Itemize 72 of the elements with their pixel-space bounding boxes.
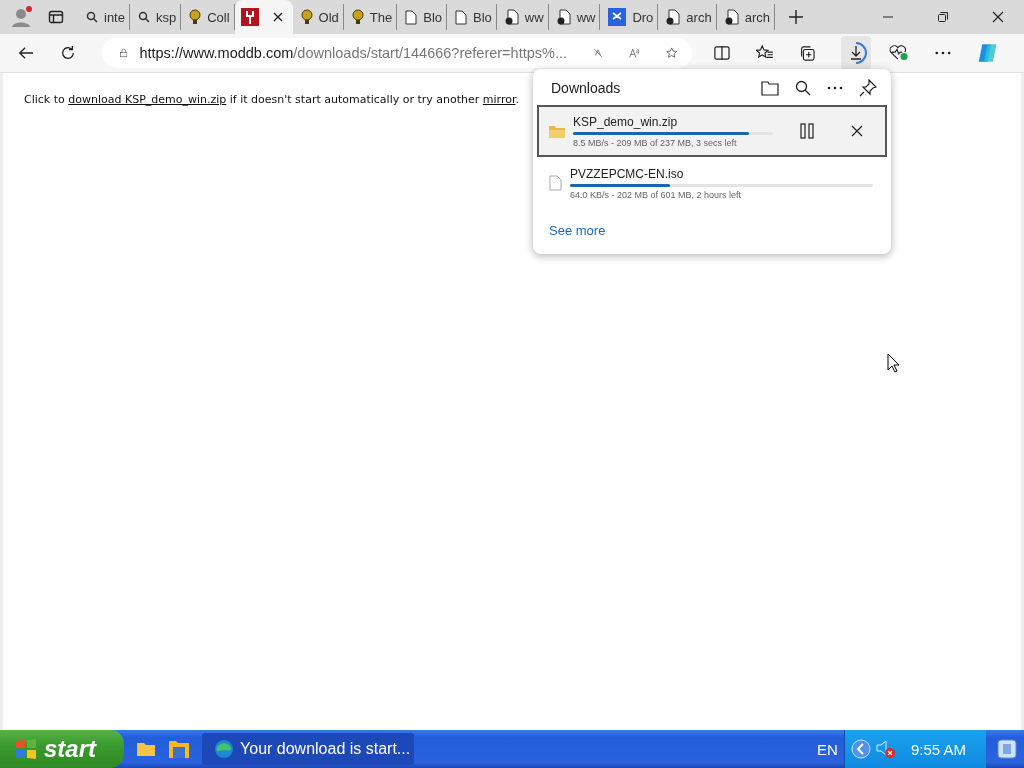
download-message: Click to download KSP_demo_win.zip if it doesn't start automatically or try another mirror. xyxy=(24,93,520,106)
page-error-icon xyxy=(556,9,571,25)
wrench-icon xyxy=(240,8,259,26)
search-icon[interactable] xyxy=(795,80,811,96)
browser-tab[interactable] xyxy=(234,0,293,34)
language-indicator[interactable]: EN xyxy=(817,740,838,758)
start-button[interactable]: start xyxy=(0,730,125,768)
back-icon[interactable] xyxy=(18,45,34,61)
browser-tab[interactable]: Blo xyxy=(397,4,448,30)
file-name: KSP_demo_win.zip xyxy=(573,114,679,129)
lock-icon xyxy=(119,46,128,60)
browser-tab[interactable]: The xyxy=(343,4,398,30)
page-error-icon xyxy=(724,9,739,25)
speaker-muted-icon[interactable] xyxy=(874,739,897,759)
panel-title: Downloads xyxy=(551,80,622,96)
browser-tab[interactable]: Old xyxy=(292,4,344,30)
mouse-cursor-icon xyxy=(887,353,900,373)
lightbulb-icon xyxy=(300,9,313,25)
lightbulb-icon xyxy=(351,9,364,25)
browser-icon xyxy=(214,739,235,759)
tab-actions-icon[interactable] xyxy=(48,9,64,25)
browser-tab[interactable]: ww xyxy=(548,4,601,30)
more-icon[interactable] xyxy=(827,86,843,90)
close-icon[interactable] xyxy=(992,11,1004,23)
new-tab-icon[interactable] xyxy=(788,10,803,24)
search-icon xyxy=(86,11,98,23)
lightbulb-icon xyxy=(189,9,202,25)
page-icon xyxy=(405,9,418,25)
copilot-icon[interactable] xyxy=(976,41,999,65)
browser-tab[interactable]: Dro xyxy=(600,4,659,30)
browser-tab[interactable]: ww xyxy=(496,4,549,30)
zip-folder-icon xyxy=(549,124,565,138)
download-status: 8.5 MB/s - 209 MB of 237 MB, 3 secs left xyxy=(573,137,738,148)
chevron-left-icon[interactable] xyxy=(850,739,871,759)
restore-icon[interactable] xyxy=(937,11,949,23)
page-error-icon xyxy=(666,9,681,25)
folder-icon[interactable] xyxy=(168,739,191,759)
windows-logo-icon xyxy=(14,738,38,760)
taskbar-button[interactable]: Your download is start... xyxy=(202,733,415,765)
download-item[interactable]: KSP_demo_win.zip 8.5 MB/s - 209 MB of 237 MB, 3 secs left xyxy=(537,105,887,157)
browser-tab[interactable]: Coll xyxy=(181,4,235,30)
split-screen-icon[interactable] xyxy=(713,45,730,61)
browser-tab[interactable]: ksp xyxy=(129,4,182,30)
collections-icon[interactable] xyxy=(799,44,816,62)
close-icon[interactable] xyxy=(272,12,283,22)
browser-tab[interactable]: arch xyxy=(658,4,717,30)
file-name: PVZZEPCMC-EN.iso xyxy=(570,166,685,181)
more-icon[interactable] xyxy=(934,51,951,55)
pin-icon[interactable] xyxy=(859,79,877,97)
profile-icon[interactable] xyxy=(10,5,34,29)
browser-tab[interactable]: Blo xyxy=(447,4,497,30)
heart-pulse-icon[interactable] xyxy=(889,44,909,62)
page-error-icon xyxy=(504,9,519,25)
download-status: 64.0 KB/s - 202 MB of 601 MB, 2 hours left xyxy=(570,189,743,200)
page-icon xyxy=(455,9,468,25)
download-link[interactable]: download KSP_demo_win.zip xyxy=(68,93,227,106)
see-more-link[interactable]: See more xyxy=(549,223,606,238)
pause-icon[interactable] xyxy=(799,123,815,139)
cancel-icon[interactable] xyxy=(851,125,863,137)
browser-tab[interactable]: inte xyxy=(78,4,130,30)
refresh-icon[interactable] xyxy=(59,44,76,62)
search-icon xyxy=(137,11,150,23)
folder-icon[interactable] xyxy=(761,80,779,96)
notification-icon[interactable] xyxy=(996,738,1018,760)
file-icon xyxy=(549,175,562,191)
downloads-button[interactable] xyxy=(841,36,872,70)
browser-tab[interactable]: arch xyxy=(716,4,775,30)
download-item[interactable]: PVZZEPCMC-EN.iso 64.0 KB/s - 202 MB of 601 MB, 2 hours left xyxy=(537,157,887,209)
clock: 9:55 AM xyxy=(910,740,966,758)
folder-icon[interactable] xyxy=(136,741,157,757)
download-link[interactable]: mirror xyxy=(482,93,516,106)
address-bar[interactable]: https://www.moddb.com/downloads/start/144666?referer=https%... xyxy=(101,38,692,68)
